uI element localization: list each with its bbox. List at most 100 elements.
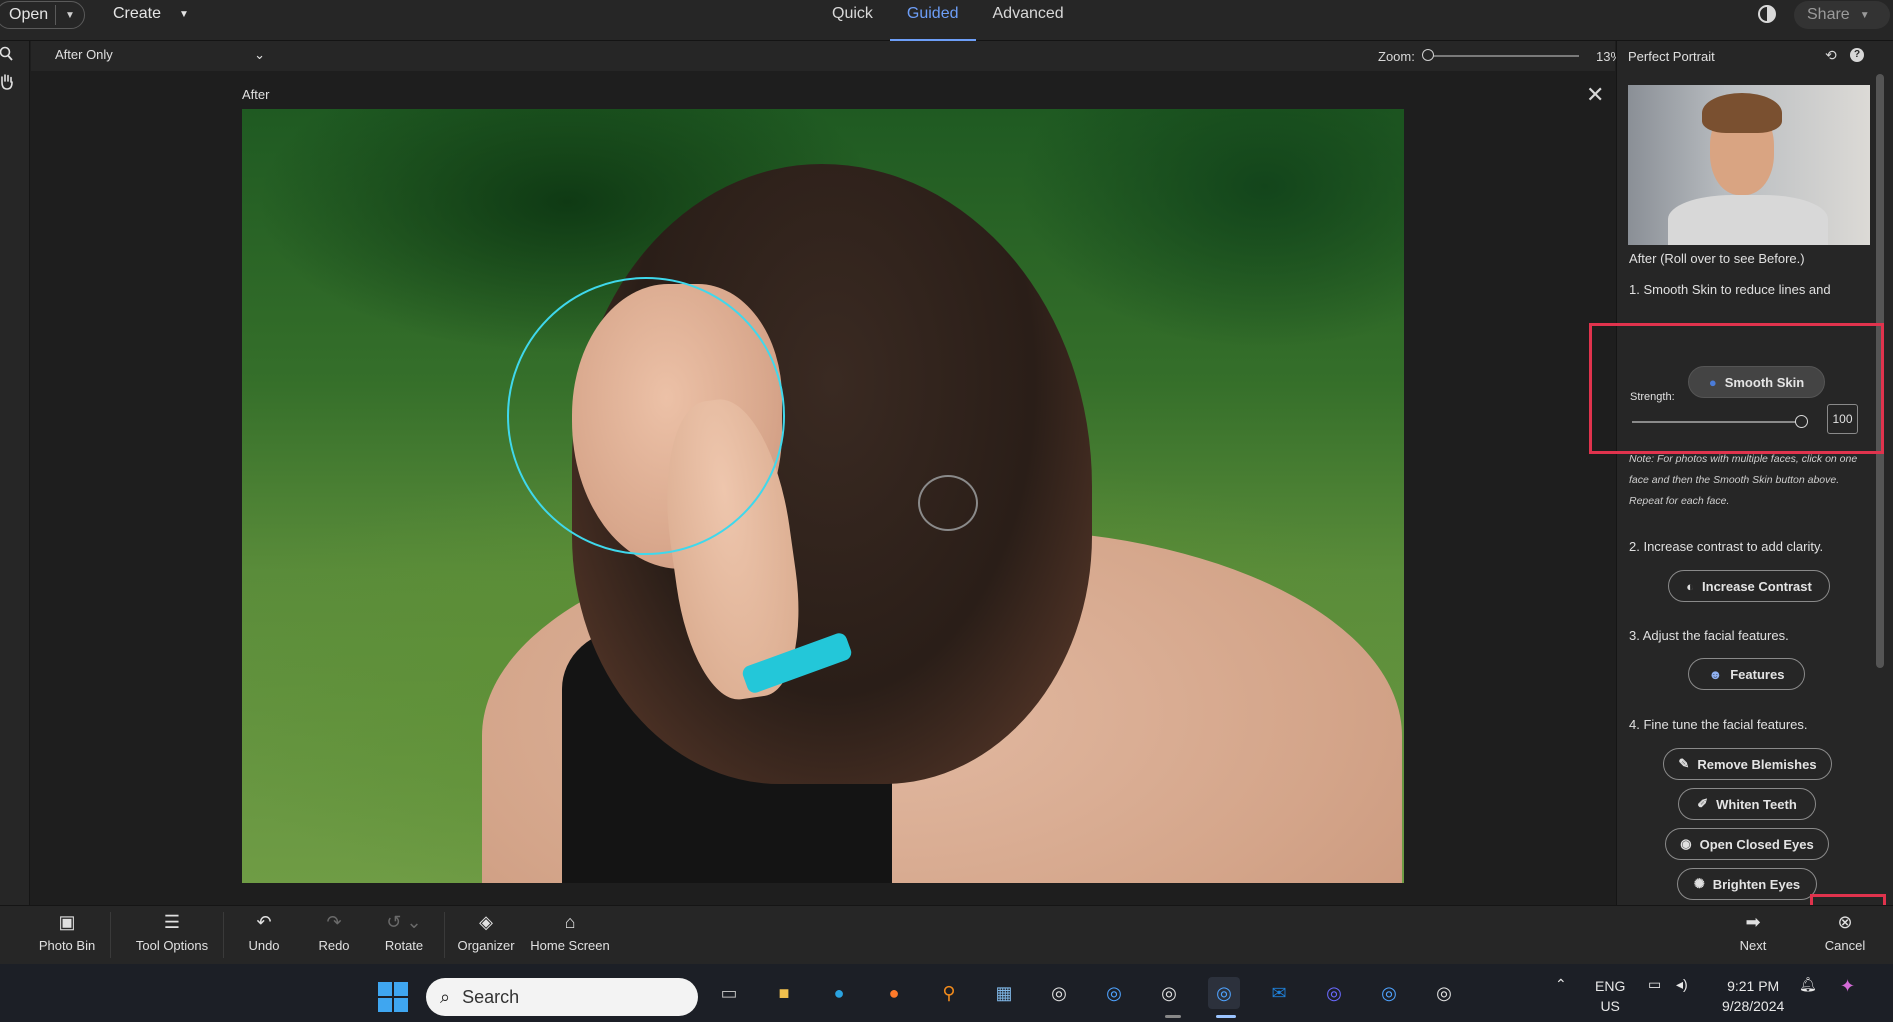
cancel-label: Cancel bbox=[1824, 938, 1866, 953]
app-icon[interactable]: ◎ bbox=[1428, 977, 1460, 1009]
remove-blemishes-label: Remove Blemishes bbox=[1697, 756, 1817, 772]
chevron-down-icon[interactable]: ⌄ bbox=[254, 47, 265, 63]
zoom-tool-icon[interactable] bbox=[0, 45, 14, 67]
clock[interactable]: 9:21 PM 9/28/2024 bbox=[1722, 976, 1784, 1016]
organizer-icon: ◈ bbox=[479, 912, 493, 932]
app-icon[interactable]: ◎ bbox=[1098, 977, 1130, 1009]
home-screen-button[interactable]: ⌂ Home Screen bbox=[530, 912, 610, 962]
file-explorer-icon[interactable]: ■ bbox=[768, 977, 800, 1009]
taskbar-search[interactable]: ⌕ Search bbox=[426, 978, 698, 1016]
hand-tool-icon[interactable] bbox=[0, 73, 14, 95]
share-button[interactable]: Share ▼ bbox=[1794, 1, 1890, 29]
bottom-bar: ▣ Photo Bin ☰ Tool Options ↶ Undo ↷ Redo… bbox=[0, 905, 1893, 964]
search-tool-icon[interactable]: ⚲ bbox=[933, 977, 965, 1009]
lang-bottom: US bbox=[1600, 998, 1620, 1014]
next-label: Next bbox=[1739, 938, 1767, 953]
photos-app-icon[interactable]: ▦ bbox=[988, 977, 1020, 1009]
create-menu[interactable]: Create ▼ bbox=[113, 5, 189, 23]
view-mode-select[interactable]: After Only ⌄ bbox=[55, 47, 265, 63]
chevron-down-icon[interactable]: ▼ bbox=[56, 10, 84, 21]
time: 9:21 PM bbox=[1727, 978, 1780, 994]
zoom-label: Zoom: bbox=[1378, 49, 1415, 64]
share-label[interactable]: Share bbox=[1807, 6, 1850, 24]
arrow-right-icon: ➡ bbox=[1745, 912, 1761, 932]
task-view-icon[interactable]: ▭ bbox=[713, 977, 745, 1009]
reset-icon[interactable]: ⟲ bbox=[1825, 47, 1837, 64]
outlook-icon[interactable]: ✉ bbox=[1263, 977, 1295, 1009]
app-icon[interactable]: ◎ bbox=[1318, 977, 1350, 1009]
tab-quick[interactable]: Quick bbox=[815, 0, 890, 41]
preview-thumbnail[interactable] bbox=[1628, 85, 1870, 245]
step4-text: 4. Fine tune the facial features. bbox=[1629, 717, 1808, 732]
whiten-teeth-label: Whiten Teeth bbox=[1716, 796, 1797, 812]
photoshop-elements-icon[interactable]: ◎ bbox=[1208, 977, 1240, 1009]
cancel-icon: ⊗ bbox=[1837, 912, 1853, 932]
copilot-icon[interactable]: ✦ bbox=[1840, 976, 1855, 997]
organizer-label: Organizer bbox=[457, 938, 515, 953]
tab-guided[interactable]: Guided bbox=[889, 0, 976, 41]
canvas-area: After ✕ bbox=[31, 72, 1615, 904]
undo-button[interactable]: ↶ Undo bbox=[243, 912, 285, 962]
tool-options-icon: ☰ bbox=[163, 912, 181, 932]
face-selection-circle[interactable] bbox=[507, 277, 785, 555]
theme-toggle-icon[interactable] bbox=[1758, 5, 1776, 23]
redo-button[interactable]: ↷ Redo bbox=[313, 912, 355, 962]
panel-title: Perfect Portrait bbox=[1628, 49, 1715, 64]
brighten-eyes-button[interactable]: ✺ Brighten Eyes bbox=[1677, 868, 1817, 900]
options-bar: After Only ⌄ Zoom: 13% bbox=[31, 41, 1622, 71]
increase-contrast-button[interactable]: ◐ Increase Contrast bbox=[1668, 570, 1830, 602]
whiten-teeth-button[interactable]: ✐ Whiten Teeth bbox=[1678, 788, 1816, 820]
remove-blemishes-button[interactable]: ✎ Remove Blemishes bbox=[1663, 748, 1832, 780]
redo-icon: ↷ bbox=[326, 912, 342, 932]
chevron-up-icon[interactable]: ⌃ bbox=[1555, 976, 1567, 993]
chevron-down-icon[interactable]: ▼ bbox=[179, 9, 189, 20]
app-icon[interactable]: ◎ bbox=[1043, 977, 1075, 1009]
language-indicator[interactable]: ENG US bbox=[1595, 976, 1625, 1016]
search-icon: ⌕ bbox=[440, 986, 451, 1007]
close-icon[interactable]: ✕ bbox=[1586, 82, 1604, 108]
windows-start-icon[interactable] bbox=[378, 982, 408, 1012]
brush-cursor bbox=[918, 475, 978, 531]
next-button[interactable]: ➡ Next bbox=[1738, 912, 1768, 962]
rotate-icon: ↺ ⌄ bbox=[386, 912, 422, 932]
home-icon: ⌂ bbox=[564, 912, 576, 932]
increase-contrast-label: Increase Contrast bbox=[1702, 578, 1812, 594]
left-toolbar bbox=[0, 41, 30, 905]
zoom-slider-handle[interactable] bbox=[1422, 49, 1434, 61]
firefox-icon[interactable]: ● bbox=[878, 977, 910, 1009]
image-view-label: After bbox=[242, 87, 270, 102]
rotate-button[interactable]: ↺ ⌄ Rotate bbox=[381, 912, 427, 962]
photo-bin-icon: ▣ bbox=[58, 912, 76, 932]
view-mode-value[interactable]: After Only bbox=[55, 47, 113, 63]
photo-bin-button[interactable]: ▣ Photo Bin bbox=[32, 912, 102, 962]
app-icon[interactable]: ◎ bbox=[1373, 977, 1405, 1009]
tab-advanced[interactable]: Advanced bbox=[976, 0, 1081, 41]
telegram-icon[interactable]: ● bbox=[823, 977, 855, 1009]
tool-options-button[interactable]: ☰ Tool Options bbox=[130, 912, 214, 962]
windows-taskbar: ⌕ Search ▭ ■ ● ● ⚲ ▦ ◎ ◎ ◎ ◎ ✉ ◎ ◎ ◎ ⌃ E… bbox=[0, 964, 1893, 1022]
features-button[interactable]: ☻ Features bbox=[1688, 658, 1805, 690]
divider bbox=[110, 912, 111, 958]
active-indicator bbox=[1216, 1015, 1236, 1018]
zoom-slider-track[interactable] bbox=[1427, 55, 1579, 57]
organizer-button[interactable]: ◈ Organizer bbox=[455, 912, 517, 962]
step3-text: 3. Adjust the facial features. bbox=[1629, 628, 1789, 643]
create-label[interactable]: Create bbox=[113, 5, 161, 23]
smooth-skin-highlight bbox=[1589, 323, 1884, 454]
search-placeholder: Search bbox=[462, 986, 520, 1007]
cancel-button[interactable]: ⊗ Cancel bbox=[1822, 912, 1868, 962]
help-icon[interactable]: ? bbox=[1850, 48, 1864, 62]
chevron-down-icon[interactable]: ▼ bbox=[1860, 10, 1870, 21]
open-button[interactable]: Open ▼ bbox=[0, 1, 85, 29]
network-icon[interactable]: ▭ bbox=[1648, 976, 1661, 993]
app-icon[interactable]: ◎ bbox=[1153, 977, 1185, 1009]
undo-label: Undo bbox=[248, 938, 280, 953]
sun-icon: ✺ bbox=[1693, 876, 1705, 891]
portrait-photo[interactable] bbox=[242, 109, 1404, 883]
lang-top: ENG bbox=[1595, 978, 1626, 994]
notification-icon[interactable]: 🔔︎ bbox=[1799, 976, 1817, 993]
volume-icon[interactable]: ◂) bbox=[1676, 976, 1688, 993]
undo-icon: ↶ bbox=[256, 912, 272, 932]
open-label[interactable]: Open bbox=[0, 6, 55, 24]
open-closed-eyes-button[interactable]: ◉ Open Closed Eyes bbox=[1665, 828, 1829, 860]
